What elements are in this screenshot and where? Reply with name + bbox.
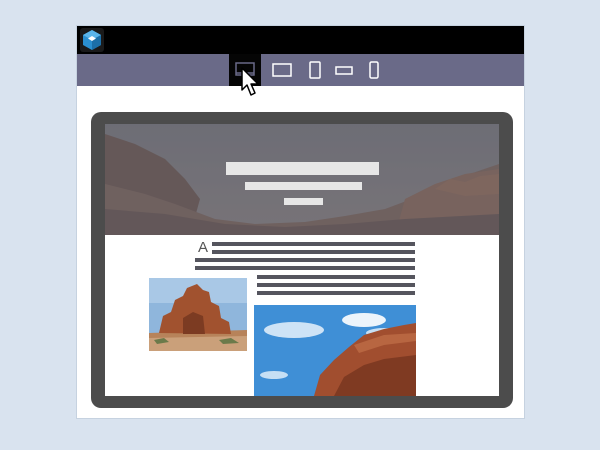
rock-sky-photo (254, 305, 416, 396)
hero-banner (105, 124, 499, 235)
text-line (257, 275, 415, 279)
hero-button-placeholder[interactable] (284, 198, 323, 205)
text-line (212, 250, 415, 254)
device-preview-frame: A (91, 112, 513, 408)
rock-arch-photo (149, 278, 247, 351)
drop-cap: A (198, 239, 209, 256)
tablet-landscape-icon (272, 63, 292, 77)
app-window: A (77, 26, 524, 418)
text-line (212, 242, 415, 246)
text-line (257, 283, 415, 287)
hero-canyon-image (105, 124, 499, 235)
phone-landscape-icon (335, 66, 353, 75)
device-button-tablet-landscape[interactable] (270, 54, 294, 86)
hero-title-placeholder (226, 162, 379, 175)
device-toolbar (77, 54, 524, 86)
device-button-phone-landscape[interactable] (333, 54, 355, 86)
phone-portrait-icon (369, 61, 379, 79)
title-bar (77, 26, 524, 54)
mouse-cursor-icon (241, 67, 259, 96)
hero-subtitle-placeholder (245, 182, 362, 190)
cube-logo-icon[interactable] (80, 28, 104, 52)
preview-screen: A (105, 124, 499, 396)
text-line (195, 266, 415, 270)
tablet-portrait-icon (309, 61, 321, 79)
text-line (195, 258, 415, 262)
text-line (257, 291, 415, 295)
device-button-phone-portrait[interactable] (365, 54, 383, 86)
device-button-tablet-portrait[interactable] (305, 54, 325, 86)
